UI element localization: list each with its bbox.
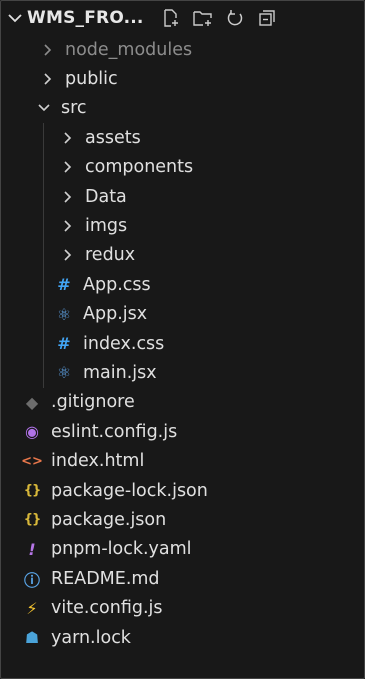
tree-item-label: index.html — [51, 451, 145, 472]
json-icon: {} — [23, 483, 42, 499]
eslint-icon: ◉ — [25, 422, 39, 442]
tree-item-label: imgs — [85, 216, 128, 237]
git-icon: ◆ — [25, 392, 39, 412]
tree-item-label: components — [85, 157, 194, 178]
chevron-right-icon — [44, 73, 52, 85]
html-icon: <> — [21, 453, 43, 469]
file-tree: node_modulespublic src assets components Dat… — [1, 35, 364, 652]
explorer-header: WMS_FRO... — [1, 1, 364, 35]
tree-item-label: yarn.lock — [51, 627, 131, 648]
file-item-gitignore[interactable]: ◆ .gitignore — [1, 388, 364, 417]
explorer-actions — [160, 7, 278, 29]
folder-item-components[interactable]: components — [1, 152, 364, 182]
tree-item-label: Data — [85, 186, 127, 207]
folder-item-public[interactable]: public — [1, 64, 364, 93]
indent-guide — [43, 270, 44, 300]
tree-item-label: eslint.config.js — [51, 421, 178, 442]
file-item-app-jsx[interactable]: ⚛ App.jsx — [1, 299, 364, 329]
tree-item-label: main.jsx — [83, 362, 157, 383]
tree-item-label: vite.config.js — [51, 598, 163, 619]
tree-item-label: README.md — [51, 568, 160, 589]
tree-item-label: node_modules — [65, 39, 193, 60]
react-icon: ⚛ — [56, 363, 72, 383]
file-item-package-lock-json[interactable]: {} package-lock.json — [1, 476, 364, 505]
tree-item-label: index.css — [83, 333, 165, 354]
explorer-panel: WMS_FRO... node_modulespublic src assets co… — [0, 0, 365, 679]
chevron-right-icon — [64, 132, 72, 144]
chevron-right-icon — [64, 220, 72, 232]
file-item-readme-md[interactable]: ⓘ README.md — [1, 564, 364, 593]
folder-item-src[interactable]: src — [1, 94, 364, 123]
tree-item-label: src — [61, 98, 87, 119]
chevron-right-icon — [44, 44, 52, 56]
indent-guide — [43, 181, 44, 212]
file-item-eslint-config-js[interactable]: ◉ eslint.config.js — [1, 417, 364, 446]
tree-item-label: App.jsx — [83, 304, 148, 325]
yarn-icon: ☗ — [24, 628, 40, 647]
file-item-package-json[interactable]: {} package.json — [1, 505, 364, 534]
tree-item-label: pnpm-lock.yaml — [51, 539, 192, 560]
file-item-pnpm-lock-yaml[interactable]: ! pnpm-lock.yaml — [1, 535, 364, 564]
folder-item-data[interactable]: Data — [1, 181, 364, 212]
tree-item-label: package.json — [51, 509, 167, 530]
css-icon: # — [57, 275, 71, 295]
indent-guide — [43, 328, 44, 359]
new-folder-icon[interactable] — [192, 7, 214, 29]
chevron-down-icon[interactable] — [5, 8, 25, 28]
file-item-vite-config-js[interactable]: ⚡ vite.config.js — [1, 593, 364, 622]
yaml-icon: ! — [28, 539, 36, 559]
file-item-index-css[interactable]: # index.css — [1, 328, 364, 359]
folder-item-node-modules[interactable]: node_modules — [1, 35, 364, 64]
tree-item-label: assets — [85, 127, 141, 148]
css-icon: # — [57, 334, 71, 354]
folder-item-redux[interactable]: redux — [1, 240, 364, 271]
folder-item-imgs[interactable]: imgs — [1, 211, 364, 241]
indent-guide — [43, 358, 44, 388]
tree-item-label: redux — [85, 245, 136, 266]
indent-guide — [43, 152, 44, 182]
collapse-all-icon[interactable] — [256, 7, 278, 29]
refresh-icon[interactable] — [224, 7, 246, 29]
vite-icon: ⚡ — [26, 598, 38, 618]
react-icon: ⚛ — [56, 304, 72, 324]
chevron-down-icon — [38, 104, 50, 112]
tree-item-label: App.css — [83, 274, 151, 295]
folder-item-assets[interactable]: assets — [1, 123, 364, 153]
chevron-right-icon — [64, 191, 72, 203]
tree-item-label: package-lock.json — [51, 480, 208, 501]
new-file-icon[interactable] — [160, 7, 182, 29]
tree-item-label: public — [65, 69, 118, 90]
indent-guide — [43, 123, 44, 153]
indent-guide — [43, 299, 44, 329]
tree-item-label: .gitignore — [51, 392, 135, 413]
file-item-yarn-lock[interactable]: ☗ yarn.lock — [1, 623, 364, 652]
chevron-right-icon — [64, 249, 72, 261]
indent-guide — [43, 240, 44, 271]
json-icon: {} — [23, 512, 42, 528]
file-item-index-html[interactable]: <> index.html — [1, 446, 364, 475]
workspace-title[interactable]: WMS_FRO... — [27, 8, 144, 28]
file-item-main-jsx[interactable]: ⚛ main.jsx — [1, 358, 364, 388]
chevron-right-icon — [64, 161, 72, 173]
file-item-app-css[interactable]: # App.css — [1, 270, 364, 300]
info-icon: ⓘ — [23, 570, 40, 590]
indent-guide — [43, 211, 44, 241]
